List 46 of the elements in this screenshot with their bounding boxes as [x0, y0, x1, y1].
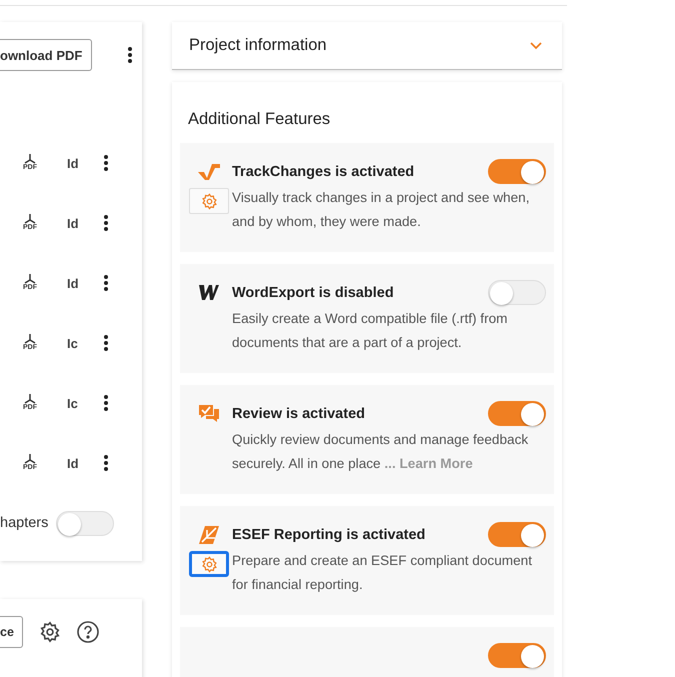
w-letter-icon — [199, 284, 219, 301]
language-code: Id — [67, 456, 80, 470]
chapters-label: hapters — [0, 515, 48, 531]
feature-description: Quickly review documents and manage feedback securely. All in one place ... Learn More — [232, 431, 530, 473]
chat-bubbles-icon — [199, 404, 219, 422]
more-options-icon[interactable] — [104, 395, 108, 411]
language-code: Id — [67, 156, 80, 170]
pdf-file-icon — [24, 394, 36, 404]
language-code: Ic — [67, 396, 79, 410]
feature-description: Visually track changes in a project and see when, and by whom, they were made. — [232, 189, 530, 231]
feature-description: Prepare and create an ESEF compliant document for financial reporting. — [232, 552, 533, 594]
download-pdf-button[interactable]: ownload PDF — [0, 39, 92, 71]
language-code: Ic — [67, 336, 79, 350]
more-options-icon[interactable] — [104, 155, 108, 171]
feature-settings-button[interactable] — [189, 551, 229, 577]
action-button[interactable]: ce — [0, 616, 23, 648]
feature-title: ESEF Reporting is activated — [232, 526, 426, 542]
feature-description: Easily create a Word compatible file (.rtf) from documents that are a part of a project. — [232, 310, 508, 352]
settings-icon — [200, 556, 218, 572]
check-mark-icon — [198, 164, 220, 180]
features-title: Additional Features — [188, 110, 332, 129]
pdf-file-icon — [24, 214, 36, 224]
feature-title: TrackChanges is activated — [232, 164, 416, 180]
settings-icon — [38, 621, 61, 643]
language-code: Id — [67, 276, 80, 290]
feature-title: Review is activated — [232, 406, 366, 422]
feature-title: WordExport is disabled — [232, 284, 395, 300]
toggle-switch[interactable] — [488, 159, 546, 184]
leaf-icon — [199, 526, 219, 544]
pdf-file-icon — [24, 154, 36, 164]
toggle-switch[interactable] — [488, 522, 546, 547]
toggle-switch[interactable] — [488, 401, 546, 426]
pdf-file-icon — [24, 274, 36, 284]
more-options-icon[interactable] — [128, 47, 132, 63]
pdf-file-icon — [24, 334, 36, 344]
more-options-icon[interactable] — [104, 335, 108, 351]
more-options-icon[interactable] — [104, 455, 108, 471]
more-options-icon[interactable] — [104, 275, 108, 291]
project-information-header[interactable]: Project information — [172, 22, 562, 70]
more-options-icon[interactable] — [104, 215, 108, 231]
toggle-switch[interactable] — [488, 643, 546, 668]
help-icon[interactable] — [76, 621, 99, 643]
settings-icon — [200, 192, 218, 210]
pdf-file-icon — [24, 454, 36, 464]
language-code: Id — [67, 216, 80, 230]
chevron-down-icon — [530, 42, 542, 50]
